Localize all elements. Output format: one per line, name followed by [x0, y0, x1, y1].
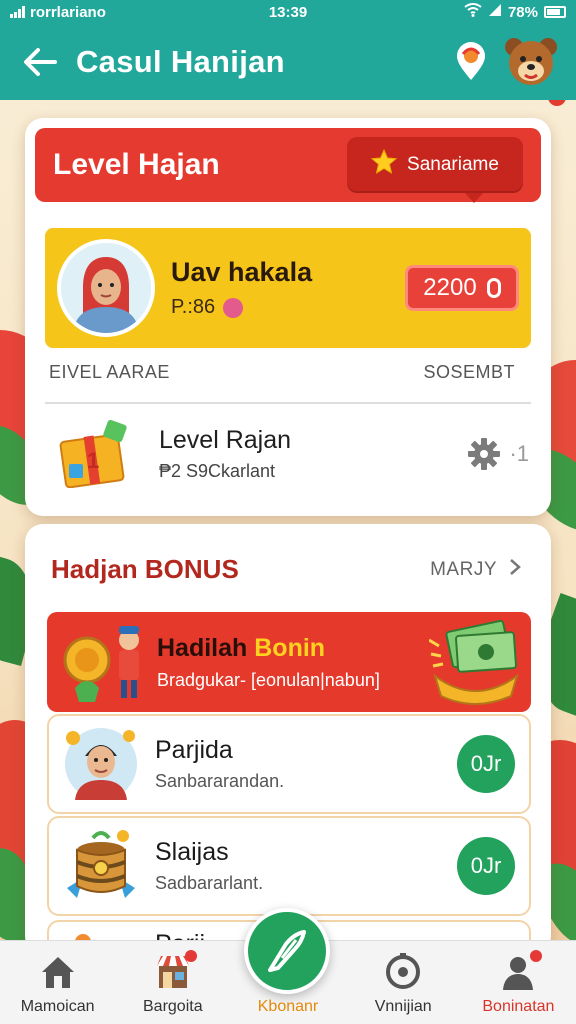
- home-icon: [38, 952, 78, 992]
- level-sub: ₱2 S9Ckarlant: [159, 461, 276, 481]
- bonus-title: Hadjan BONUS: [51, 554, 239, 584]
- feather-icon: [268, 930, 306, 972]
- gear-icon[interactable]: [467, 437, 501, 471]
- more-link[interactable]: MARJY: [430, 558, 521, 582]
- more-label: MARJY: [430, 558, 497, 580]
- nav-item-profile[interactable]: Boninatan: [461, 941, 576, 1024]
- level-title: Level Rajan: [159, 426, 292, 454]
- nav-label: Bargoita: [143, 998, 203, 1015]
- item-sub: Sadbararlant.: [155, 873, 264, 893]
- notification-dot: [184, 950, 197, 962]
- user-panel: Uav hakala P.:86 2200: [45, 228, 531, 348]
- feather-action-button[interactable]: [244, 908, 330, 994]
- battery-percent: 78%: [507, 3, 538, 21]
- level-card-body: Uav hakala P.:86 2200 EIVEL AARAE SOSEMB…: [35, 216, 541, 500]
- item-title: Parjida: [155, 736, 233, 764]
- arrow-left-icon[interactable]: [18, 40, 62, 84]
- level-card-title: Level Hajan: [53, 148, 220, 181]
- money-icon: [429, 620, 519, 705]
- shop-icon: [153, 950, 197, 992]
- level-card-header: Level Hajan Sanariame: [35, 128, 541, 203]
- item-title: Slaijas: [155, 838, 229, 866]
- claim-button[interactable]: 0Jr: [457, 735, 515, 793]
- banner-title-a: Hadilah: [157, 634, 248, 662]
- bonus-item[interactable]: Parjida Sanbararandan. 0Jr: [47, 714, 531, 814]
- nav-item-clock[interactable]: Vnnijian: [346, 941, 461, 1024]
- nav-label: Vnnijian: [374, 998, 432, 1015]
- svg-text:1: 1: [87, 448, 99, 473]
- cell-signal-icon: [488, 3, 502, 21]
- bear-mascot-icon[interactable]: [504, 35, 558, 89]
- nav-label: Kbonanr: [257, 998, 319, 1015]
- bonus-card: Hadjan BONUS MARJY Hadilah Bonin Bradguk…: [25, 524, 551, 954]
- nav-item-home[interactable]: Mamoican: [0, 941, 115, 1024]
- item-sub: Sanbararandan.: [155, 771, 285, 791]
- claim-button[interactable]: 0Jr: [457, 837, 515, 895]
- carrier-name: rorrlariano: [30, 3, 106, 21]
- banner-title-b: Bonin: [254, 634, 326, 662]
- user-icon: [498, 950, 543, 992]
- bonus-item[interactable]: Slaijas Sadbararlant. 0Jr: [47, 816, 531, 916]
- bonus-banner[interactable]: Hadilah Bonin Bradgukar- [eonulan|nabun]: [47, 612, 531, 712]
- divider: [45, 402, 531, 404]
- gem-icon: [223, 297, 244, 318]
- status-time: 13:39: [268, 3, 308, 21]
- gift-box-icon: 1: [57, 419, 133, 489]
- nav-item-shop[interactable]: Bargoita: [115, 941, 230, 1024]
- banner-title: Hadilah Bonin: [157, 634, 325, 663]
- score-badge[interactable]: 2200: [405, 265, 519, 311]
- nav-label: Mamoican: [20, 998, 95, 1015]
- page-title: Casul Hanijan: [76, 44, 285, 79]
- level-row[interactable]: 1 Level Rajan ₱2 S9Ckarlant ·1: [49, 414, 529, 494]
- badge-button[interactable]: Sanariame: [347, 137, 523, 203]
- score-value: 2200: [423, 274, 477, 301]
- star-icon: [370, 148, 398, 181]
- notification-dot: [530, 950, 543, 962]
- chevron-right-icon: [509, 558, 521, 582]
- wifi-icon: [464, 3, 482, 21]
- status-bar: rorrlariano 13:39 78%: [0, 0, 576, 24]
- nav-label: Boninatan: [482, 998, 555, 1015]
- label-left: EIVEL AARAE: [49, 362, 170, 382]
- treasure-barrel-icon: [63, 828, 139, 904]
- clock-icon: [383, 952, 423, 992]
- banner-sub: Bradgukar- [eonulan|nabun]: [157, 670, 380, 690]
- label-right: SOSEMBT: [423, 362, 515, 382]
- location-pin-icon[interactable]: [448, 39, 494, 85]
- battery-icon: [544, 6, 566, 18]
- avatar: [57, 239, 155, 337]
- level-card: Level Hajan Sanariame Uav hakala P.:86 2…: [25, 118, 551, 516]
- app-header: Casul Hanijan: [0, 24, 576, 100]
- person-avatar-icon: [63, 726, 139, 802]
- level-count: ·1: [509, 441, 529, 466]
- user-name: Uav hakala: [171, 257, 313, 287]
- user-sub: P.:86: [171, 296, 216, 318]
- coin-icon: [486, 278, 501, 298]
- signal-icon: [10, 6, 25, 18]
- mascot-coin-icon: [63, 626, 139, 702]
- badge-label: Sanariame: [407, 154, 499, 175]
